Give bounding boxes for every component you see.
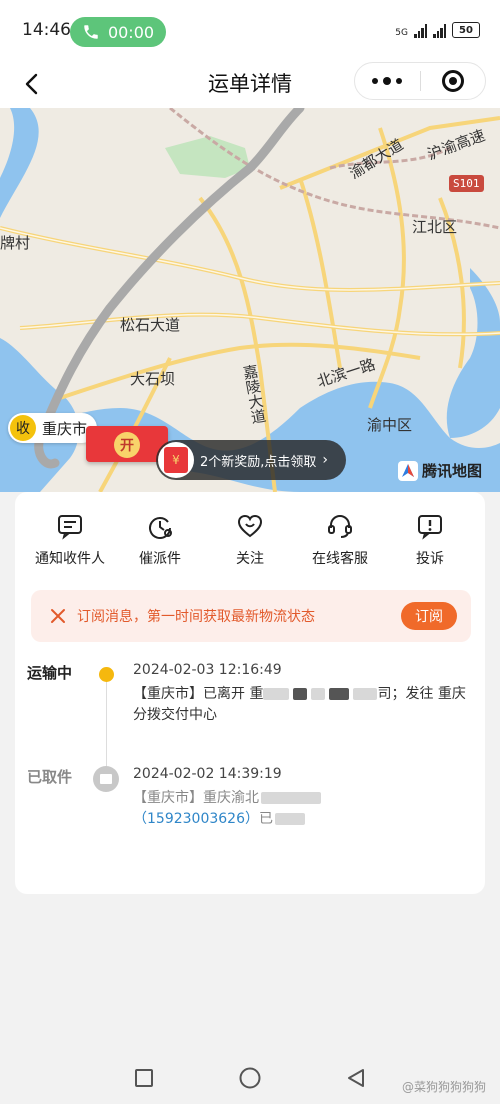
timeline-time: 2024-02-02 14:39:19 bbox=[133, 766, 282, 782]
battery-icon: 50 bbox=[452, 22, 480, 38]
reward-banner[interactable]: ¥ 2个新奖励,点击领取 › bbox=[156, 440, 346, 480]
status-time: 14:46 bbox=[22, 20, 71, 40]
timeline-time: 2024-02-03 12:16:49 bbox=[133, 662, 282, 678]
notify-recipient-button[interactable]: 通知收件人 bbox=[25, 512, 115, 572]
subscribe-message: 订阅消息，第一时间获取最新物流状态 bbox=[77, 609, 315, 625]
route-map[interactable]: 牌村 江北区 大石坝 渝中区 松石大道 嘉陵大道 北滨一路 渝都大道 沪渝高速 … bbox=[0, 108, 500, 492]
network-5g-label: 5G bbox=[395, 28, 408, 38]
target-icon bbox=[441, 70, 464, 92]
timeline-status: 运输中 bbox=[27, 664, 73, 682]
triangle-back-icon bbox=[348, 1069, 364, 1087]
follow-button[interactable]: 关注 bbox=[205, 512, 295, 572]
call-timer-pill[interactable]: 00:00 bbox=[70, 17, 166, 47]
system-nav-bar: @菜狗狗狗狗狗 bbox=[0, 1050, 500, 1104]
recent-apps-button[interactable] bbox=[132, 1066, 156, 1090]
more-button[interactable] bbox=[355, 63, 420, 99]
square-icon bbox=[135, 1069, 153, 1087]
receiver-city: 重庆市 bbox=[42, 419, 88, 438]
map-logo: 腾讯地图 bbox=[398, 460, 482, 481]
map-label-jiangbei: 江北区 bbox=[412, 218, 458, 236]
tencent-map-icon bbox=[398, 460, 418, 481]
map-label-paicun: 牌村 bbox=[0, 234, 31, 252]
receiver-pin[interactable]: 收 重庆市 bbox=[8, 413, 98, 443]
reward-text: 2个新奖励,点击领取 bbox=[200, 454, 317, 470]
watermark: @菜狗狗狗狗狗 bbox=[401, 1080, 486, 1094]
action-label: 投诉 bbox=[416, 551, 444, 567]
headset-icon bbox=[326, 512, 354, 540]
close-miniprogram-button[interactable] bbox=[421, 63, 486, 99]
timeline-line bbox=[106, 678, 107, 778]
message-icon bbox=[56, 512, 84, 540]
nav-bar: 运单详情 bbox=[0, 62, 500, 108]
circle-icon bbox=[239, 1067, 261, 1089]
receiver-badge: 收 bbox=[10, 415, 36, 441]
timeline-text: 【重庆市】已离开 重司；发往 重庆 分拨交付中心 bbox=[133, 686, 466, 723]
timeline-status: 已取件 bbox=[27, 768, 73, 786]
status-bar: 14:46 00:00 5G 50 bbox=[0, 0, 500, 62]
signal-icon-2 bbox=[433, 24, 446, 38]
courier-phone-link[interactable]: （15923003626） bbox=[133, 811, 259, 827]
heart-icon bbox=[236, 512, 264, 540]
timeline-text: 【重庆市】重庆渝北 （15923003626）已 bbox=[133, 788, 475, 830]
complaint-button[interactable]: 投诉 bbox=[385, 512, 475, 572]
highway-badge-s101: S101 bbox=[449, 175, 484, 192]
envelope-open-label: 开 bbox=[114, 432, 140, 458]
subscribe-banner: 订阅消息，第一时间获取最新物流状态 订阅 bbox=[31, 590, 471, 642]
signal-icon bbox=[414, 24, 427, 38]
phone-icon bbox=[84, 25, 98, 39]
status-indicators: 5G 50 bbox=[395, 22, 480, 38]
action-label: 通知收件人 bbox=[35, 551, 105, 567]
back-nav-button[interactable] bbox=[344, 1066, 368, 1090]
action-label: 关注 bbox=[236, 551, 264, 567]
miniprogram-capsule bbox=[354, 62, 486, 100]
subscribe-button[interactable]: 订阅 bbox=[401, 602, 457, 630]
map-label-yuzhong: 渝中区 bbox=[367, 416, 413, 434]
action-label: 催派件 bbox=[139, 551, 181, 567]
online-service-button[interactable]: 在线客服 bbox=[295, 512, 385, 572]
close-icon[interactable] bbox=[47, 605, 69, 627]
call-timer: 00:00 bbox=[107, 22, 155, 42]
home-button[interactable] bbox=[238, 1066, 262, 1090]
waybill-card: 通知收件人 催派件 关注 在线客服 投诉 订阅消息，第一时间获取最新物流状态 订… bbox=[15, 492, 485, 894]
package-icon bbox=[93, 766, 119, 792]
map-logo-text: 腾讯地图 bbox=[422, 462, 483, 480]
in-transit-dot bbox=[99, 667, 114, 682]
complaint-icon bbox=[416, 512, 444, 540]
chevron-right-icon: › bbox=[322, 452, 329, 468]
road-label-songshi: 松石大道 bbox=[120, 316, 181, 334]
action-label: 在线客服 bbox=[312, 551, 368, 567]
timer-icon bbox=[146, 512, 174, 540]
action-bar: 通知收件人 催派件 关注 在线客服 投诉 bbox=[15, 512, 485, 572]
map-label-dashiba: 大石坝 bbox=[130, 370, 176, 388]
urge-delivery-button[interactable]: 催派件 bbox=[115, 512, 205, 572]
gift-icon: ¥ bbox=[158, 442, 194, 478]
